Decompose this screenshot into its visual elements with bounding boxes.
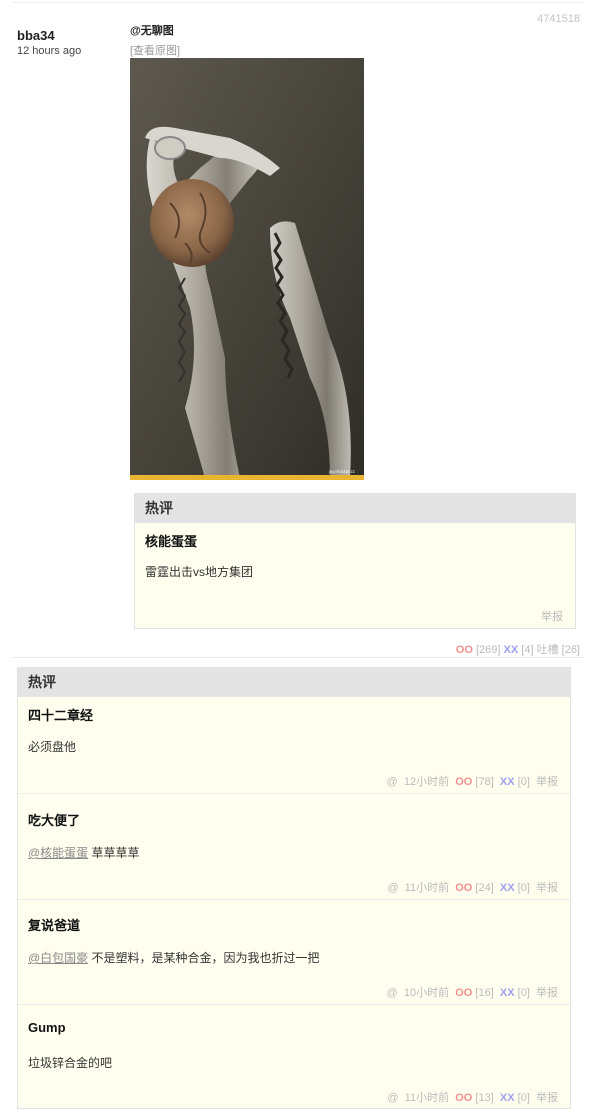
category-tag[interactable]: @无聊图 xyxy=(130,22,174,38)
comment-text: @核能蛋蛋 草草草草 xyxy=(28,844,140,861)
xx-button[interactable]: XX xyxy=(504,644,519,656)
oo-button[interactable]: OO xyxy=(455,776,472,788)
comment-time: 11小时前 xyxy=(404,882,450,894)
hot-comment: 复说爸道 @白包国豪 不是塑料，是某种合金，因为我也折过一把 @ 10小时前 O… xyxy=(18,900,570,1004)
comment-text: 必须盘他 xyxy=(28,738,76,755)
comment-body: 不是塑料，是某种合金，因为我也折过一把 xyxy=(91,951,320,965)
tucao-button[interactable]: 吐槽 xyxy=(537,644,559,656)
oo-count: [16] xyxy=(475,987,494,999)
post-author[interactable]: bba34 xyxy=(17,28,55,43)
hot-comment: Gump 垃圾锌合金的吧 @ 11小时前 OO [13] XX [0] 举报 xyxy=(18,1005,570,1108)
reply-at-button[interactable]: @ xyxy=(387,776,398,788)
comment-author[interactable]: 四十二章经 xyxy=(28,705,93,724)
hot-comment: 吃大便了 @核能蛋蛋 草草草草 @ 11小时前 OO [24] XX [0] 举… xyxy=(18,794,570,899)
inline-hot-text: 雷霆出击vs地方集团 xyxy=(145,565,254,579)
comment-text: @白包国豪 不是塑料，是某种合金，因为我也折过一把 xyxy=(28,949,320,966)
report-link[interactable]: 举报 xyxy=(536,1092,558,1104)
comment-author[interactable]: Gump xyxy=(28,1020,66,1035)
comment-meta: @ 11小时前 OO [24] XX [0] 举报 xyxy=(387,879,558,895)
reply-at-button[interactable]: @ xyxy=(387,987,398,999)
top-divider xyxy=(12,2,584,3)
comment-meta: @ 10小时前 OO [16] XX [0] 举报 xyxy=(387,984,558,1000)
xx-count: [0] xyxy=(517,1092,530,1104)
xx-count: [0] xyxy=(517,882,530,894)
comment-time: 11小时前 xyxy=(404,1092,450,1104)
post-image[interactable]: joy.reactor.cc xyxy=(130,58,364,480)
comment-body: 必须盘他 xyxy=(28,740,77,754)
xx-button[interactable]: XX xyxy=(500,882,515,894)
xx-button[interactable]: XX xyxy=(500,1092,515,1104)
comment-time: 12小时前 xyxy=(403,776,450,788)
hot-comments-header: 热评 xyxy=(18,668,570,697)
comment-author[interactable]: 复说爸道 xyxy=(28,915,80,934)
hot-comments-panel: 热评 四十二章经 必须盘他 @ 12小时前 OO [78] XX [0] 举报 … xyxy=(17,667,571,1109)
xx-button[interactable]: XX xyxy=(500,987,515,999)
hot-comment: 四十二章经 必须盘他 @ 12小时前 OO [78] XX [0] 举报 xyxy=(18,697,570,793)
oo-count: [24] xyxy=(475,882,494,894)
xx-count: [4] xyxy=(521,644,534,656)
comment-author[interactable]: 吃大便了 xyxy=(28,810,80,829)
inline-hot-comment-box: 热评 核能蛋蛋 雷霆出击vs地方集团 举报 xyxy=(134,493,576,629)
oo-count: [13] xyxy=(475,1092,494,1104)
xx-button[interactable]: XX xyxy=(500,776,515,788)
comment-meta: @ 11小时前 OO [13] XX [0] 举报 xyxy=(387,1089,558,1105)
view-original-link[interactable]: [查看原图] xyxy=(130,42,180,58)
report-link[interactable]: 举报 xyxy=(536,776,558,788)
report-link[interactable]: 举报 xyxy=(536,987,558,999)
comment-time: 10小时前 xyxy=(403,987,450,999)
oo-count: [269] xyxy=(476,644,501,656)
section-divider xyxy=(12,657,584,658)
watermark-text: joy.reactor.cc xyxy=(328,469,355,474)
oo-button[interactable]: OO xyxy=(455,882,472,894)
nutcracker-walnut-image: joy.reactor.cc xyxy=(130,58,364,480)
reply-at-button[interactable]: @ xyxy=(387,882,398,894)
post-id[interactable]: 4741518 xyxy=(537,13,580,25)
inline-hot-header: 热评 xyxy=(135,494,575,523)
comment-body: 草草草草 xyxy=(91,846,140,860)
xx-count: [0] xyxy=(517,776,530,788)
reply-at-button[interactable]: @ xyxy=(387,1092,398,1104)
comment-body: 垃圾锌合金的吧 xyxy=(28,1056,113,1070)
comment-text: 垃圾锌合金的吧 xyxy=(28,1054,112,1071)
inline-hot-report-link[interactable]: 举报 xyxy=(541,608,563,624)
oo-button[interactable]: OO xyxy=(455,987,472,999)
oo-count: [78] xyxy=(475,776,494,788)
comment-mention[interactable]: @核能蛋蛋 xyxy=(28,846,88,860)
comment-mention[interactable]: @白包国豪 xyxy=(28,951,88,965)
oo-button[interactable]: OO xyxy=(455,1092,472,1104)
post-time: 12 hours ago xyxy=(17,45,82,57)
tucao-count: [26] xyxy=(561,644,580,656)
inline-hot-author[interactable]: 核能蛋蛋 xyxy=(145,531,197,550)
oo-button[interactable]: OO xyxy=(456,644,473,656)
comment-meta: @ 12小时前 OO [78] XX [0] 举报 xyxy=(387,773,558,789)
report-link[interactable]: 举报 xyxy=(536,882,558,894)
xx-count: [0] xyxy=(517,987,530,999)
post-votes: OO [269] XX [4] 吐槽 [26] xyxy=(456,641,580,657)
